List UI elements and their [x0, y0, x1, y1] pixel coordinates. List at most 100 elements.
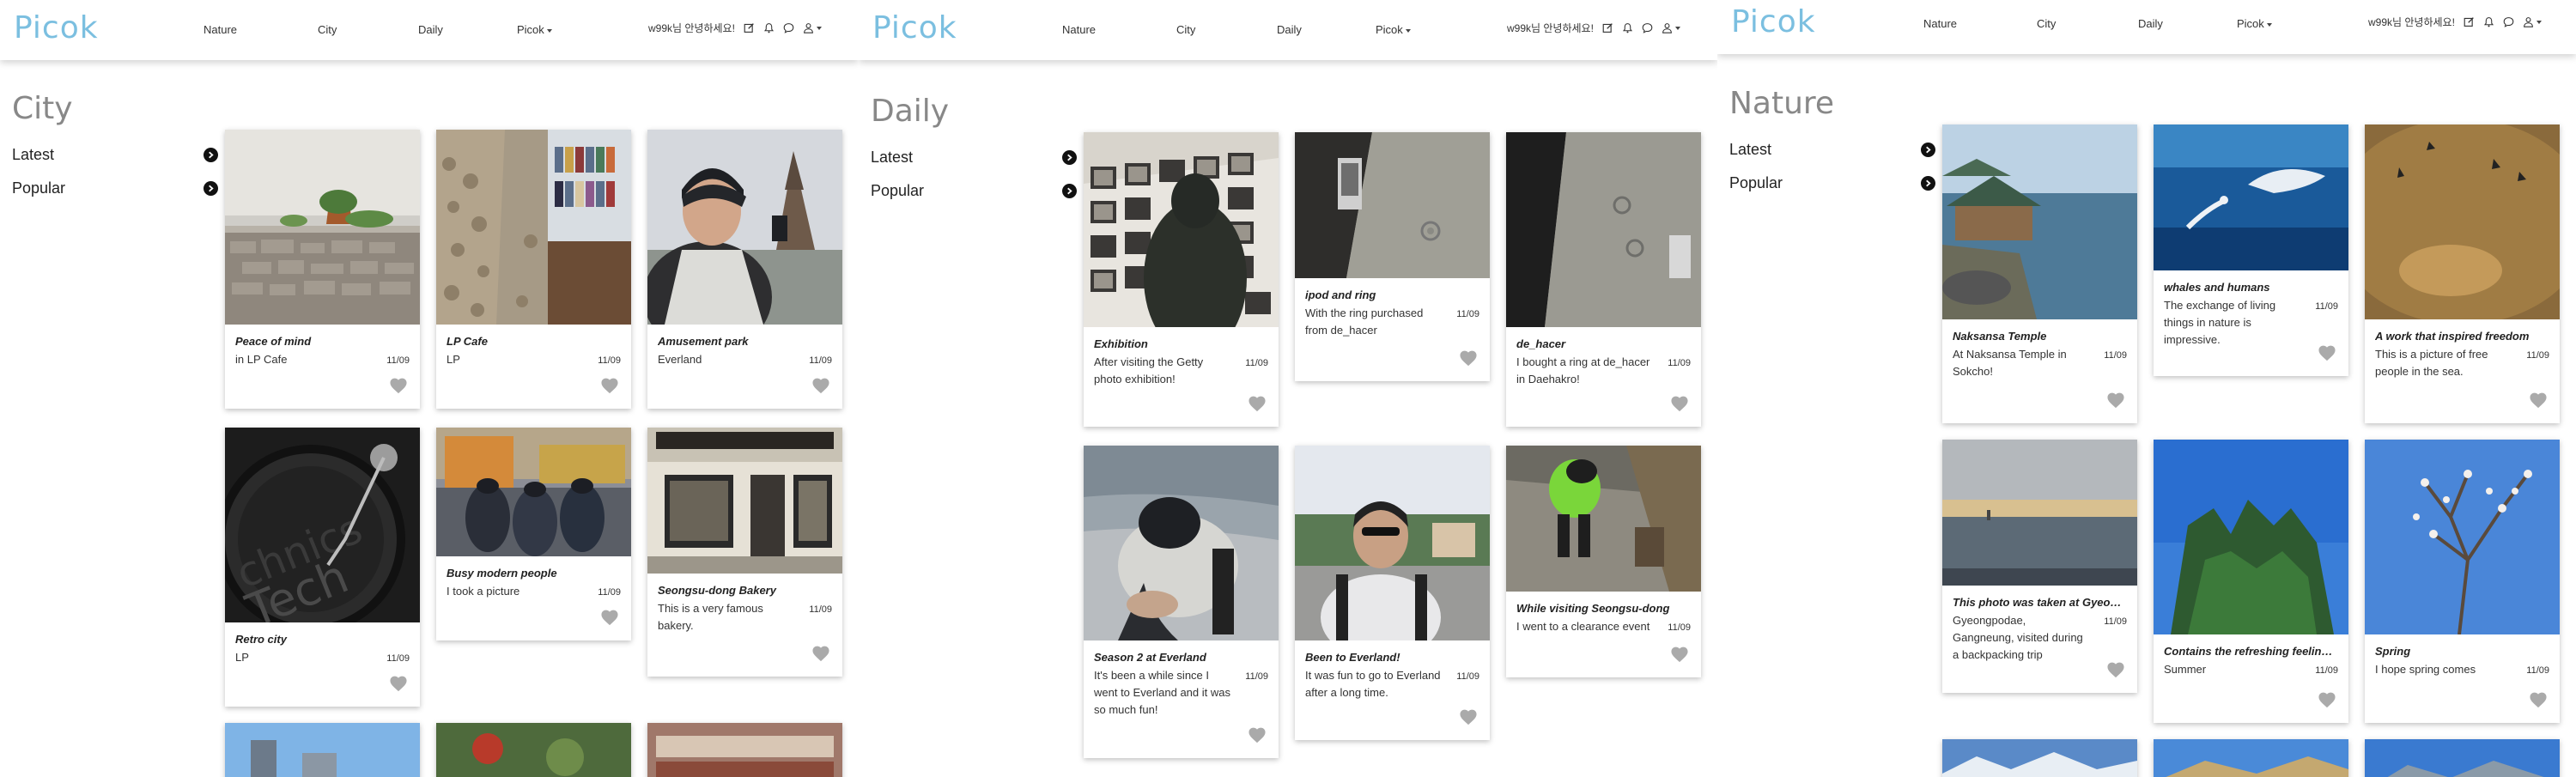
bell-icon[interactable]: [763, 22, 775, 33]
nav-daily[interactable]: Daily: [1277, 23, 1302, 36]
photo-card[interactable]: [647, 723, 842, 777]
photo-card[interactable]: [2154, 739, 2348, 777]
nav-nature[interactable]: Nature: [204, 23, 237, 36]
photo-card[interactable]: whales and humans The exchange of living…: [2154, 124, 2348, 376]
photo-card[interactable]: ipod and ring With the ring purchased fr…: [1295, 132, 1490, 381]
nav-picok-label: Picok: [1376, 23, 1403, 36]
card-title: This photo was taken at Gyeong...: [1953, 596, 2127, 609]
photo-card[interactable]: Peace of mind in LP Cafe 11/09: [225, 130, 420, 409]
photo-card[interactable]: [225, 723, 420, 777]
heart-icon[interactable]: [1248, 395, 1267, 416]
edit-icon[interactable]: [1602, 22, 1613, 33]
card-desc-text: I took a picture: [447, 585, 520, 598]
arrow-right-icon: [204, 148, 218, 162]
sort-latest[interactable]: Latest: [1729, 141, 1935, 159]
photo-card[interactable]: [2365, 739, 2560, 777]
card-title: Spring: [2375, 645, 2411, 658]
photo-card[interactable]: [1942, 739, 2137, 777]
nav-picok-dropdown[interactable]: Picok: [2237, 17, 2272, 30]
heart-icon[interactable]: [389, 377, 408, 398]
heart-icon[interactable]: [2106, 661, 2125, 683]
nav-city[interactable]: City: [318, 23, 337, 36]
photo-card[interactable]: Season 2 at Everland It's been a while s…: [1084, 446, 1279, 758]
heart-icon[interactable]: [811, 377, 830, 398]
chat-icon[interactable]: [1642, 22, 1653, 33]
nav-nature[interactable]: Nature: [1062, 23, 1096, 36]
panel-nature: Picok Nature City Daily Picok w99k님 안녕하세…: [1717, 0, 2576, 777]
heart-icon[interactable]: [2529, 691, 2548, 713]
photo-card[interactable]: LP Cafe LP 11/09: [436, 130, 631, 409]
card-title: LP Cafe: [447, 335, 488, 348]
card-desc-text: Gyeongpodae, Gangneung, visited during a…: [1953, 614, 2083, 662]
user-menu[interactable]: [803, 22, 822, 33]
bell-icon[interactable]: [1622, 22, 1633, 33]
heart-icon[interactable]: [2529, 392, 2548, 413]
photo-card[interactable]: Been to Everland! It was fun to go to Ev…: [1295, 446, 1490, 740]
arrow-right-icon: [1062, 184, 1077, 198]
bell-icon[interactable]: [2483, 16, 2494, 27]
card-photo: [1084, 446, 1279, 640]
logo[interactable]: Picok: [1731, 4, 1816, 39]
heart-icon[interactable]: [600, 377, 619, 398]
heart-icon[interactable]: [389, 675, 408, 696]
photo-card[interactable]: Contains the refreshing feeling ... Summ…: [2154, 440, 2348, 723]
user-menu[interactable]: [2523, 16, 2542, 27]
nav-daily[interactable]: Daily: [418, 23, 443, 36]
logo[interactable]: Picok: [14, 10, 99, 46]
heart-icon[interactable]: [600, 609, 619, 630]
card-photo: [1295, 446, 1490, 640]
nav-nature[interactable]: Nature: [1923, 17, 1957, 30]
sort-popular[interactable]: Popular: [12, 179, 218, 197]
card-date: 11/09: [2526, 665, 2549, 676]
nav-picok-dropdown[interactable]: Picok: [1376, 23, 1411, 36]
card-photo: [1942, 440, 2137, 586]
sort-popular[interactable]: Popular: [871, 182, 1077, 200]
chat-icon[interactable]: [783, 22, 794, 33]
card-photo: [2154, 739, 2348, 777]
photo-card[interactable]: Busy modern people I took a picture 11/0…: [436, 428, 631, 640]
user-menu[interactable]: [1662, 22, 1680, 33]
photo-card[interactable]: Amusement park Everland 11/09: [647, 130, 842, 409]
heart-icon[interactable]: [1670, 395, 1689, 416]
card-description: Summer: [2164, 661, 2338, 678]
user-area: w99k님 안녕하세요!: [2368, 15, 2542, 29]
heart-icon[interactable]: [1459, 349, 1478, 371]
heart-icon[interactable]: [2318, 691, 2336, 713]
card-desc-text: This is a very famous bakery.: [658, 602, 763, 633]
nav-picok-dropdown[interactable]: Picok: [517, 23, 552, 36]
photo-card[interactable]: Spring I hope spring comes 11/09: [2365, 440, 2560, 723]
heart-icon[interactable]: [2318, 344, 2336, 366]
nav-picok-label: Picok: [517, 23, 544, 36]
chat-icon[interactable]: [2503, 16, 2514, 27]
card-desc-text: Everland: [658, 353, 702, 366]
heart-icon[interactable]: [2106, 392, 2125, 413]
heart-icon[interactable]: [811, 645, 830, 666]
card-date: 11/09: [2104, 616, 2127, 627]
heart-icon[interactable]: [1459, 708, 1478, 730]
logo[interactable]: Picok: [872, 10, 957, 46]
sort-latest[interactable]: Latest: [12, 146, 218, 164]
card-date: 11/09: [1245, 671, 1268, 682]
photo-card[interactable]: Exhibition After visiting the Getty phot…: [1084, 132, 1279, 427]
heart-icon[interactable]: [1670, 646, 1689, 667]
edit-icon[interactable]: [2464, 16, 2475, 27]
photo-card[interactable]: Naksansa Temple At Naksansa Temple in So…: [1942, 124, 2137, 423]
photo-card[interactable]: While visiting Seongsu-dong I went to a …: [1506, 446, 1701, 677]
card-date: 11/09: [1456, 309, 1479, 319]
sort-popular[interactable]: Popular: [1729, 174, 1935, 192]
photo-card[interactable]: This photo was taken at Gyeong... Gyeong…: [1942, 440, 2137, 693]
nav-city[interactable]: City: [2037, 17, 2056, 30]
photo-card[interactable]: de_hacer I bought a ring at de_hacer in …: [1506, 132, 1701, 427]
card-photo: [2365, 124, 2560, 319]
nav-city[interactable]: City: [1176, 23, 1195, 36]
heart-icon[interactable]: [1248, 726, 1267, 748]
chevron-down-icon: [816, 26, 822, 30]
edit-icon[interactable]: [744, 22, 755, 33]
card-title: Retro city: [235, 633, 287, 646]
sort-latest[interactable]: Latest: [871, 149, 1077, 167]
photo-card[interactable]: Seongsu-dong Bakery This is a very famou…: [647, 428, 842, 677]
photo-card[interactable]: [436, 723, 631, 777]
photo-card[interactable]: chnics Tech Retro city LP 11/09: [225, 428, 420, 707]
nav-daily[interactable]: Daily: [2138, 17, 2163, 30]
photo-card[interactable]: A work that inspired freedom This is a p…: [2365, 124, 2560, 423]
